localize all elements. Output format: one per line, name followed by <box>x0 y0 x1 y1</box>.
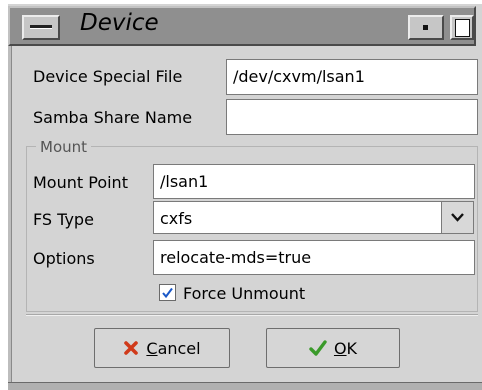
force-unmount-checkbox[interactable] <box>159 284 176 301</box>
chevron-down-icon <box>451 213 464 222</box>
x-icon <box>123 340 139 356</box>
cancel-button-label: Cancel <box>146 338 201 358</box>
title-bar[interactable]: Device <box>8 6 476 46</box>
ok-button[interactable]: OK <box>266 328 400 368</box>
window-title: Device <box>80 10 159 36</box>
fs-type-label: FS Type <box>33 210 94 229</box>
samba-share-name-input[interactable] <box>226 99 478 135</box>
button-separator <box>26 314 478 316</box>
fs-type-select[interactable]: cxfs <box>153 201 442 234</box>
device-special-file-label: Device Special File <box>33 67 183 86</box>
options-input[interactable]: relocate-mds=true <box>153 240 475 275</box>
window-left-border <box>8 46 12 382</box>
mount-group-legend: Mount <box>36 138 92 156</box>
checkmark-icon <box>162 287 173 299</box>
samba-share-name-label: Samba Share Name <box>33 108 193 127</box>
ok-button-label: OK <box>333 338 358 358</box>
window-menu-icon <box>30 25 52 28</box>
options-label: Options <box>33 249 95 268</box>
force-unmount-label[interactable]: Force Unmount <box>183 284 305 303</box>
maximize-button[interactable] <box>450 15 474 40</box>
mount-point-label: Mount Point <box>33 173 128 192</box>
minimize-button[interactable] <box>408 15 444 40</box>
device-special-file-input[interactable]: /dev/cxvm/lsan1 <box>226 59 478 95</box>
check-icon <box>309 340 327 356</box>
fs-type-dropdown-button[interactable] <box>441 201 474 234</box>
cancel-button[interactable]: Cancel <box>94 328 230 368</box>
window-menu-button[interactable] <box>22 15 60 40</box>
minimize-icon <box>423 25 428 30</box>
maximize-icon <box>455 19 470 37</box>
mount-point-input[interactable]: /lsan1 <box>153 164 475 199</box>
